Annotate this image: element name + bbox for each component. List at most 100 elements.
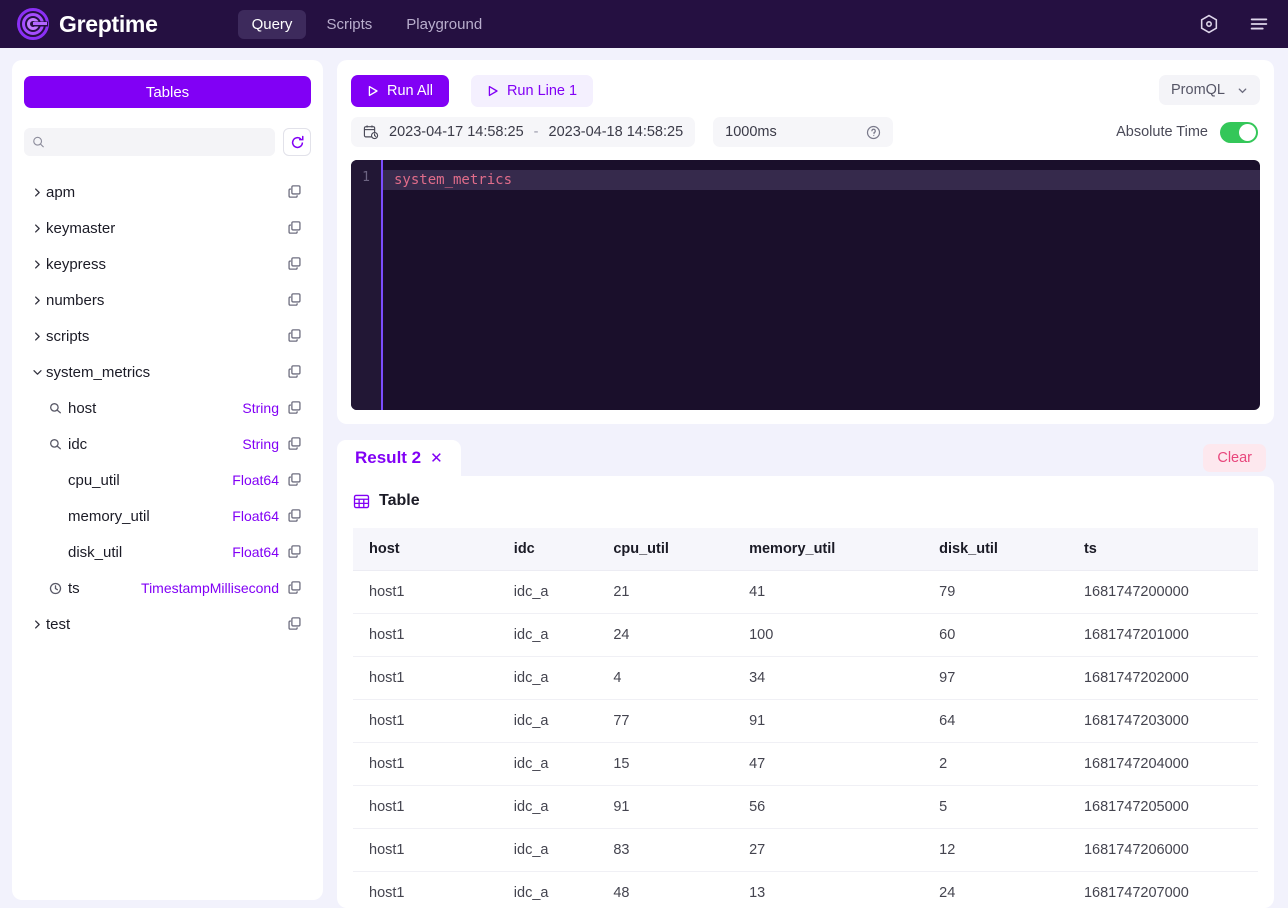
- gear-hexagon-icon[interactable]: [1198, 13, 1220, 35]
- hamburger-menu-icon[interactable]: [1248, 13, 1270, 35]
- table-cell: 1681747204000: [1067, 742, 1258, 786]
- copy-icon: [288, 437, 301, 450]
- top-bar-actions: [1198, 0, 1270, 48]
- table-header: host idc cpu_util memory_util disk_util ts: [353, 528, 1258, 571]
- copy-icon[interactable]: [287, 436, 303, 452]
- tables-button[interactable]: Tables: [24, 76, 311, 108]
- table-grid-icon: [353, 494, 370, 508]
- table-cell: 21: [597, 570, 734, 614]
- table-cell: 77: [597, 699, 734, 743]
- question-circle-icon[interactable]: [866, 125, 881, 140]
- column-datatype: Float64: [232, 472, 279, 488]
- tree-item-memory_util[interactable]: memory_util Float64: [24, 498, 311, 534]
- brand-name: Greptime: [59, 10, 158, 37]
- table-cell: 1681747205000: [1067, 785, 1258, 829]
- search-box[interactable]: [24, 128, 275, 156]
- main-column: Run All Run Line 1 PromQL 2023-04-17 14:…: [337, 60, 1274, 908]
- tree-item-idc[interactable]: idc String: [24, 426, 311, 462]
- table-row: host1 idc_a 24 100 60 1681747201000: [353, 613, 1258, 657]
- absolute-time-toggle[interactable]: [1220, 121, 1258, 143]
- table-cell: 47: [733, 742, 924, 786]
- chevron-right-icon: [34, 187, 40, 197]
- column-header-ts[interactable]: ts: [1067, 528, 1258, 571]
- copy-icon[interactable]: [287, 292, 303, 308]
- copy-icon[interactable]: [287, 580, 303, 596]
- column-datatype: Float64: [232, 544, 279, 560]
- tag-key-icon: [49, 402, 61, 413]
- chevron-right-icon[interactable]: [28, 223, 46, 234]
- table-cell: idc_a: [497, 742, 598, 786]
- copy-icon[interactable]: [287, 508, 303, 524]
- nav-item-scripts[interactable]: Scripts: [312, 10, 386, 39]
- table-cell: idc_a: [497, 699, 598, 743]
- column-header-disk_util[interactable]: disk_util: [923, 528, 1068, 571]
- tree-item-numbers[interactable]: numbers: [24, 282, 311, 318]
- search-input[interactable]: [50, 134, 267, 150]
- code-editor[interactable]: 1 system_metrics: [351, 160, 1260, 410]
- column-header-memory_util[interactable]: memory_util: [733, 528, 924, 571]
- chevron-right-icon: [34, 259, 40, 269]
- copy-icon[interactable]: [287, 184, 303, 200]
- copy-icon: [288, 401, 301, 414]
- column-header-cpu_util[interactable]: cpu_util: [597, 528, 734, 571]
- table-row: host1 idc_a 15 47 2 1681747204000: [353, 742, 1258, 786]
- table-cell: host1: [353, 613, 498, 657]
- close-icon[interactable]: ✕: [430, 449, 443, 467]
- step-input[interactable]: 1000ms: [713, 117, 894, 147]
- chevron-down-icon[interactable]: [28, 367, 46, 378]
- copy-icon[interactable]: [287, 256, 303, 272]
- code-line-1[interactable]: system_metrics: [381, 170, 1260, 190]
- tree-item-apm[interactable]: apm: [24, 174, 311, 210]
- chevron-right-icon[interactable]: [28, 619, 46, 630]
- column-header-host[interactable]: host: [353, 528, 498, 571]
- chevron-right-icon[interactable]: [28, 187, 46, 198]
- search-icon: [33, 136, 44, 148]
- run-line-button[interactable]: Run Line 1: [470, 75, 594, 107]
- copy-icon: [288, 221, 301, 234]
- run-all-button[interactable]: Run All: [351, 75, 449, 107]
- copy-icon[interactable]: [287, 364, 303, 380]
- table-cell: 4: [597, 656, 734, 700]
- nav-item-query[interactable]: Query: [237, 9, 307, 39]
- copy-icon[interactable]: [287, 328, 303, 344]
- result-tabs: Result 2 ✕ Clear: [337, 438, 1274, 476]
- nav-item-playground[interactable]: Playground: [392, 10, 496, 39]
- copy-icon[interactable]: [287, 400, 303, 416]
- column-header-idc[interactable]: idc: [497, 528, 598, 571]
- tree-item-keypress[interactable]: keypress: [24, 246, 311, 282]
- chevron-right-icon[interactable]: [28, 331, 46, 342]
- line-number: 1: [362, 170, 370, 185]
- copy-icon[interactable]: [287, 616, 303, 632]
- table-cell: 1681747202000: [1067, 656, 1258, 700]
- code-area[interactable]: system_metrics: [381, 160, 1260, 410]
- result-tab-2[interactable]: Result 2 ✕: [337, 440, 461, 476]
- copy-icon[interactable]: [287, 544, 303, 560]
- copy-icon[interactable]: [287, 220, 303, 236]
- play-triangle-icon: [368, 85, 378, 97]
- tag-key-icon: [49, 438, 61, 449]
- copy-icon: [288, 545, 301, 558]
- tree-item-host[interactable]: host String: [24, 390, 311, 426]
- clear-button[interactable]: Clear: [1203, 444, 1266, 472]
- tree-item-ts[interactable]: ts TimestampMillisecond: [24, 570, 311, 606]
- language-select[interactable]: PromQL: [1159, 75, 1260, 105]
- copy-icon[interactable]: [287, 472, 303, 488]
- tree-item-label: test: [46, 615, 71, 633]
- tree-item-keymaster[interactable]: keymaster: [24, 210, 311, 246]
- chevron-right-icon[interactable]: [28, 259, 46, 270]
- column-datatype: Float64: [232, 508, 279, 524]
- view-label-text: Table: [379, 492, 420, 509]
- time-toolbar: 2023-04-17 14:58:25 - 2023-04-18 14:58:2…: [351, 110, 1260, 154]
- table-row: host1 idc_a 21 41 79 1681747200000: [353, 570, 1258, 614]
- app-shell: Tables apm keymaster keypress numbers script…: [0, 48, 1288, 908]
- tree-item-system_metrics[interactable]: system_metrics: [24, 354, 311, 390]
- tree-item-cpu_util[interactable]: cpu_util Float64: [24, 462, 311, 498]
- tree-item-disk_util[interactable]: disk_util Float64: [24, 534, 311, 570]
- time-from: 2023-04-17 14:58:25: [389, 124, 524, 140]
- tree-item-test[interactable]: test: [24, 606, 311, 642]
- time-range-picker[interactable]: 2023-04-17 14:58:25 - 2023-04-18 14:58:2…: [351, 117, 696, 147]
- tree-item-label: keypress: [46, 255, 107, 273]
- tree-item-scripts[interactable]: scripts: [24, 318, 311, 354]
- chevron-right-icon[interactable]: [28, 295, 46, 306]
- refresh-button[interactable]: [283, 128, 311, 156]
